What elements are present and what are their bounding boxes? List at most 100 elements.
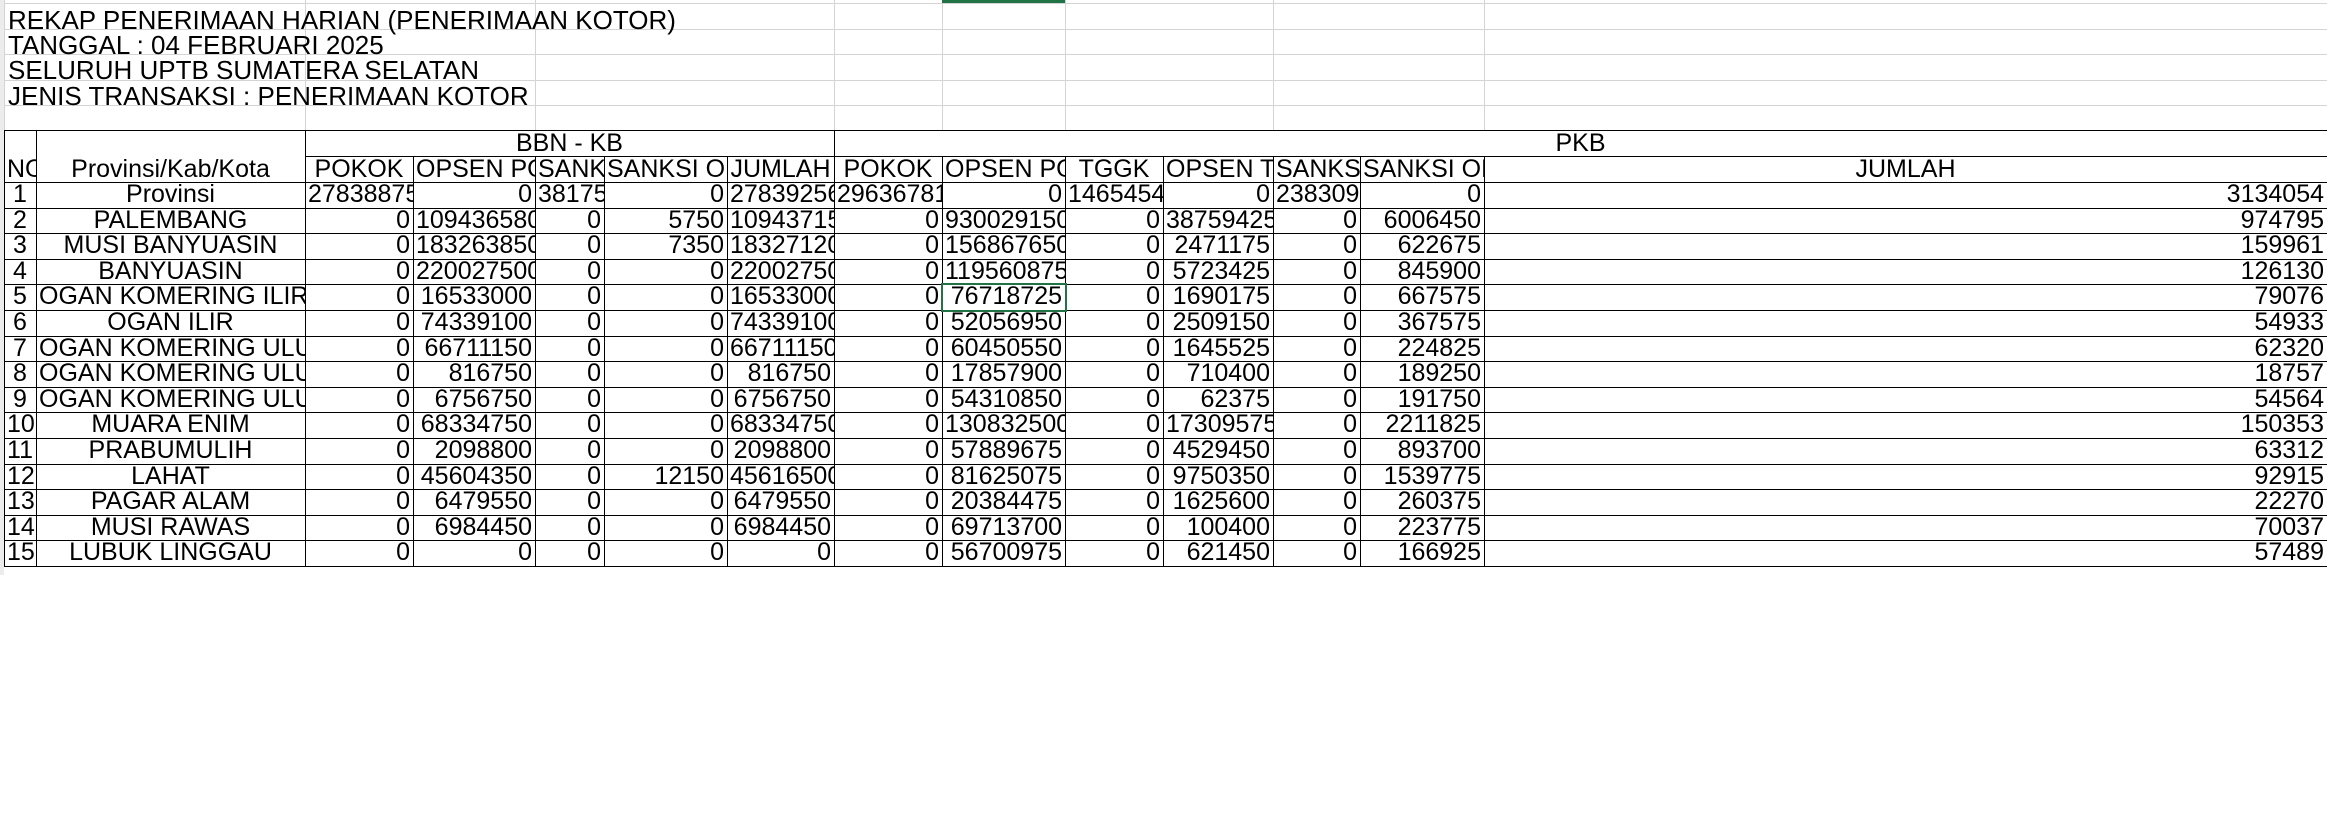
amount-cell[interactable]: 0 xyxy=(305,464,413,490)
amount-cell[interactable]: 0 xyxy=(305,208,413,234)
amount-cell[interactable]: 0 xyxy=(604,336,727,362)
amount-cell[interactable]: 0 xyxy=(1065,515,1163,541)
amount-cell[interactable]: 0 xyxy=(535,336,604,362)
amount-cell[interactable]: 974795 xyxy=(1484,208,2327,234)
amount-cell[interactable]: 0 xyxy=(1065,387,1163,413)
amount-cell[interactable]: 0 xyxy=(535,361,604,387)
amount-cell[interactable]: 0 xyxy=(305,438,413,464)
amount-cell[interactable]: 9750350 xyxy=(1163,464,1273,490)
row-number[interactable]: 8 xyxy=(4,361,36,387)
amount-cell[interactable]: 54933 xyxy=(1484,310,2327,336)
amount-cell[interactable]: 0 xyxy=(1273,515,1360,541)
amount-cell[interactable]: 0 xyxy=(1273,310,1360,336)
amount-cell[interactable]: 183263850 xyxy=(413,233,535,259)
amount-cell[interactable]: 68334750 xyxy=(413,412,535,438)
amount-cell[interactable]: 2471175 xyxy=(1163,233,1273,259)
amount-cell[interactable]: 159961 xyxy=(1484,233,2327,259)
amount-cell[interactable]: 0 xyxy=(942,182,1065,208)
amount-cell[interactable]: 6984450 xyxy=(727,515,834,541)
amount-cell[interactable]: 0 xyxy=(1273,438,1360,464)
amount-cell[interactable]: 0 xyxy=(1273,464,1360,490)
amount-cell[interactable]: 2783925675 xyxy=(727,182,834,208)
amount-cell[interactable]: 0 xyxy=(834,310,942,336)
amount-cell[interactable]: 92915 xyxy=(1484,464,2327,490)
amount-cell[interactable]: 367575 xyxy=(1360,310,1484,336)
amount-cell[interactable]: 1690175 xyxy=(1163,284,1273,310)
amount-cell[interactable]: 0 xyxy=(1360,182,1484,208)
amount-cell[interactable]: 54310850 xyxy=(942,387,1065,413)
amount-cell[interactable]: 0 xyxy=(1273,284,1360,310)
amount-cell[interactable]: 2098800 xyxy=(727,438,834,464)
amount-cell[interactable]: 0 xyxy=(1273,489,1360,515)
amount-cell[interactable]: 2783887500 xyxy=(305,182,413,208)
amount-cell[interactable]: 0 xyxy=(834,438,942,464)
amount-cell[interactable]: 45616500 xyxy=(727,464,834,490)
amount-cell[interactable]: 621450 xyxy=(1163,540,1273,566)
amount-cell[interactable]: 81625075 xyxy=(942,464,1065,490)
amount-cell[interactable]: 17857900 xyxy=(942,361,1065,387)
amount-cell[interactable]: 0 xyxy=(834,387,942,413)
row-number[interactable]: 10 xyxy=(4,412,36,438)
amount-cell[interactable]: 1625600 xyxy=(1163,489,1273,515)
amount-cell[interactable]: 0 xyxy=(834,336,942,362)
region-name[interactable]: LUBUK LINGGAU xyxy=(36,540,305,566)
amount-cell[interactable]: 0 xyxy=(535,387,604,413)
amount-cell[interactable]: 2509150 xyxy=(1163,310,1273,336)
amount-cell[interactable]: 100400 xyxy=(1163,515,1273,541)
amount-cell[interactable]: 0 xyxy=(727,540,834,566)
amount-cell[interactable]: 54564 xyxy=(1484,387,2327,413)
region-name[interactable]: PALEMBANG xyxy=(36,208,305,234)
amount-cell[interactable]: 7350 xyxy=(604,233,727,259)
amount-cell[interactable]: 2963678150 xyxy=(834,182,942,208)
amount-cell[interactable]: 0 xyxy=(1273,361,1360,387)
amount-cell[interactable]: 1539775 xyxy=(1360,464,1484,490)
amount-cell[interactable]: 845900 xyxy=(1360,259,1484,285)
amount-cell[interactable]: 0 xyxy=(1273,233,1360,259)
amount-cell[interactable]: 0 xyxy=(305,259,413,285)
amount-cell[interactable]: 0 xyxy=(1065,438,1163,464)
amount-cell[interactable]: 0 xyxy=(834,361,942,387)
amount-cell[interactable]: 0 xyxy=(834,259,942,285)
amount-cell[interactable]: 1094371550 xyxy=(727,208,834,234)
amount-cell[interactable]: 5750 xyxy=(604,208,727,234)
row-number[interactable]: 3 xyxy=(4,233,36,259)
amount-cell[interactable]: 0 xyxy=(604,387,727,413)
amount-cell[interactable]: 0 xyxy=(305,361,413,387)
row-number[interactable]: 12 xyxy=(4,464,36,490)
row-number[interactable]: 2 xyxy=(4,208,36,234)
amount-cell[interactable]: 0 xyxy=(535,412,604,438)
amount-cell[interactable]: 1645525 xyxy=(1163,336,1273,362)
amount-cell[interactable]: 0 xyxy=(1273,412,1360,438)
amount-cell[interactable]: 57489 xyxy=(1484,540,2327,566)
amount-cell[interactable]: 63312 xyxy=(1484,438,2327,464)
region-name[interactable]: MUARA ENIM xyxy=(36,412,305,438)
amount-cell[interactable]: 66711150 xyxy=(727,336,834,362)
region-name[interactable]: OGAN KOMERING ULU TIMUR xyxy=(36,387,305,413)
amount-cell[interactable]: 0 xyxy=(535,438,604,464)
amount-cell[interactable]: 68334750 xyxy=(727,412,834,438)
amount-cell[interactable]: 62320 xyxy=(1484,336,2327,362)
amount-cell[interactable]: 223775 xyxy=(1360,515,1484,541)
amount-cell[interactable]: 70037 xyxy=(1484,515,2327,541)
amount-cell[interactable]: 18757 xyxy=(1484,361,2327,387)
amount-cell[interactable]: 74339100 xyxy=(727,310,834,336)
amount-cell[interactable]: 0 xyxy=(305,310,413,336)
region-name[interactable]: BANYUASIN xyxy=(36,259,305,285)
amount-cell[interactable]: 0 xyxy=(535,259,604,285)
amount-cell[interactable]: 0 xyxy=(1065,310,1163,336)
amount-cell[interactable]: 0 xyxy=(604,438,727,464)
amount-cell[interactable]: 0 xyxy=(604,515,727,541)
amount-cell[interactable]: 22270 xyxy=(1484,489,2327,515)
amount-cell[interactable]: 166925 xyxy=(1360,540,1484,566)
amount-cell[interactable]: 0 xyxy=(604,361,727,387)
row-number[interactable]: 6 xyxy=(4,310,36,336)
amount-cell[interactable]: 62375 xyxy=(1163,387,1273,413)
amount-cell[interactable]: 0 xyxy=(1065,464,1163,490)
amount-cell[interactable]: 0 xyxy=(535,515,604,541)
row-number[interactable]: 4 xyxy=(4,259,36,285)
row-number[interactable]: 1 xyxy=(4,182,36,208)
amount-cell[interactable]: 20384475 xyxy=(942,489,1065,515)
amount-cell[interactable]: 0 xyxy=(1163,182,1273,208)
amount-cell[interactable]: 66711150 xyxy=(413,336,535,362)
amount-cell[interactable]: 0 xyxy=(604,284,727,310)
